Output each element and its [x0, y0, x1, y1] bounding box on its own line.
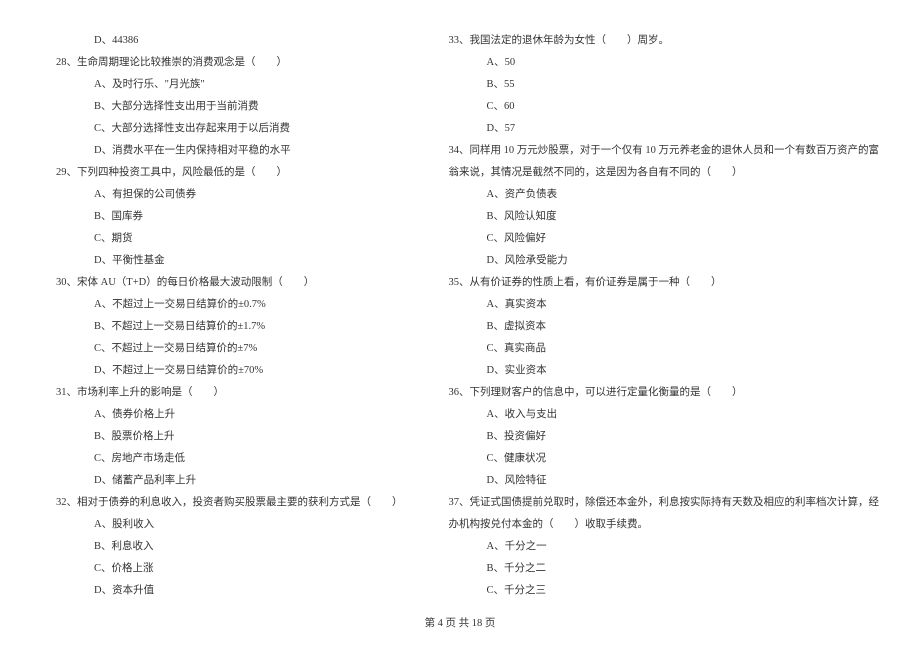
option-line: D、44386 [50, 30, 403, 52]
option-line: D、57 [443, 118, 880, 140]
question-line: 办机构按兑付本金的（ ）收取手续费。 [443, 514, 880, 536]
option-line: C、健康状况 [443, 448, 880, 470]
option-line: C、期货 [50, 228, 403, 250]
content-area: D、4438628、生命周期理论比较推崇的消费观念是（ ）A、及时行乐、"月光族… [50, 30, 870, 600]
option-line: B、大部分选择性支出用于当前消费 [50, 96, 403, 118]
option-line: D、平衡性基金 [50, 250, 403, 272]
page-footer: 第 4 页 共 18 页 [0, 615, 920, 630]
question-line: 37、凭证式国债提前兑取时，除偿还本金外，利息按实际持有天数及相应的利率档次计算… [443, 492, 880, 514]
option-line: C、大部分选择性支出存起来用于以后消费 [50, 118, 403, 140]
option-line: D、实业资本 [443, 360, 880, 382]
option-line: B、55 [443, 74, 880, 96]
option-line: B、国库券 [50, 206, 403, 228]
option-line: A、债券价格上升 [50, 404, 403, 426]
question-line: 35、从有价证券的性质上看，有价证券是属于一种（ ） [443, 272, 880, 294]
option-line: B、风险认知度 [443, 206, 880, 228]
question-line: 31、市场利率上升的影响是（ ） [50, 382, 403, 404]
option-line: A、50 [443, 52, 880, 74]
option-line: C、房地产市场走低 [50, 448, 403, 470]
question-line: 34、同样用 10 万元炒股票，对于一个仅有 10 万元养老金的退休人员和一个有… [443, 140, 880, 162]
option-line: B、虚拟资本 [443, 316, 880, 338]
question-line: 32、相对于债券的利息收入，投资者购买股票最主要的获利方式是（ ） [50, 492, 403, 514]
option-line: C、不超过上一交易日结算价的±7% [50, 338, 403, 360]
option-line: D、风险承受能力 [443, 250, 880, 272]
option-line: A、真实资本 [443, 294, 880, 316]
question-line: 28、生命周期理论比较推崇的消费观念是（ ） [50, 52, 403, 74]
option-line: D、储蓄产品利率上升 [50, 470, 403, 492]
question-line: 29、下列四种投资工具中，风险最低的是（ ） [50, 162, 403, 184]
option-line: A、资产负债表 [443, 184, 880, 206]
question-line: 36、下列理财客户的信息中，可以进行定量化衡量的是（ ） [443, 382, 880, 404]
option-line: D、不超过上一交易日结算价的±70% [50, 360, 403, 382]
left-column: D、4438628、生命周期理论比较推崇的消费观念是（ ）A、及时行乐、"月光族… [50, 30, 403, 600]
right-column: 33、我国法定的退休年龄为女性（ ）周岁。A、50B、55C、60D、5734、… [443, 30, 880, 600]
option-line: C、风险偏好 [443, 228, 880, 250]
option-line: D、风险特征 [443, 470, 880, 492]
option-line: A、股利收入 [50, 514, 403, 536]
option-line: B、利息收入 [50, 536, 403, 558]
option-line: D、资本升值 [50, 580, 403, 602]
option-line: C、60 [443, 96, 880, 118]
option-line: C、真实商品 [443, 338, 880, 360]
option-line: C、千分之三 [443, 580, 880, 602]
option-line: A、及时行乐、"月光族" [50, 74, 403, 96]
option-line: B、不超过上一交易日结算价的±1.7% [50, 316, 403, 338]
option-line: B、投资偏好 [443, 426, 880, 448]
option-line: C、价格上涨 [50, 558, 403, 580]
option-line: A、有担保的公司债券 [50, 184, 403, 206]
option-line: B、千分之二 [443, 558, 880, 580]
option-line: A、千分之一 [443, 536, 880, 558]
question-line: 翁来说，其情况是截然不同的，这是因为各自有不同的（ ） [443, 162, 880, 184]
option-line: B、股票价格上升 [50, 426, 403, 448]
option-line: A、不超过上一交易日结算价的±0.7% [50, 294, 403, 316]
question-line: 33、我国法定的退休年龄为女性（ ）周岁。 [443, 30, 880, 52]
option-line: D、消费水平在一生内保持相对平稳的水平 [50, 140, 403, 162]
question-line: 30、宋体 AU（T+D）的每日价格最大波动限制（ ） [50, 272, 403, 294]
option-line: A、收入与支出 [443, 404, 880, 426]
